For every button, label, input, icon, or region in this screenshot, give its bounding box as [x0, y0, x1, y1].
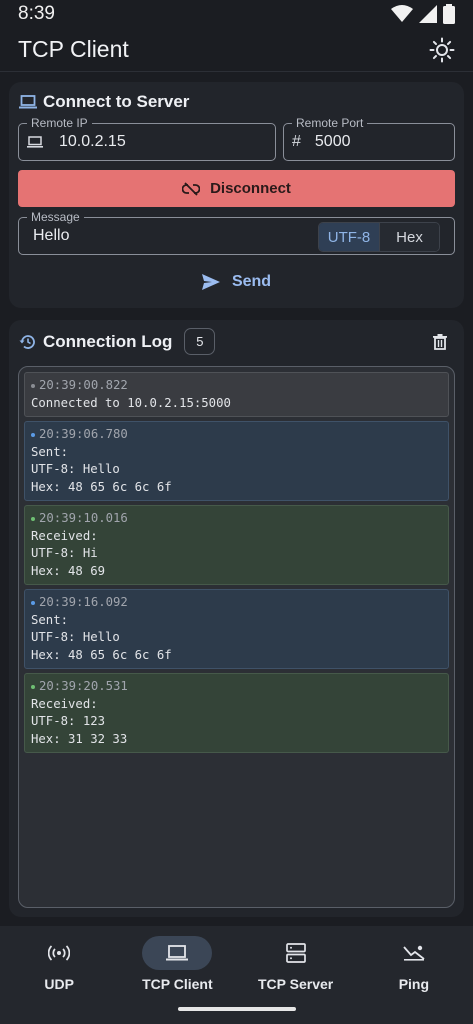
status-dot — [31, 432, 35, 437]
status-icons — [391, 4, 455, 24]
status-dot — [31, 684, 35, 689]
nav-label: UDP — [44, 976, 74, 992]
remote-ip-value: 10.0.2.15 — [59, 133, 126, 150]
delete-icon[interactable] — [433, 334, 447, 350]
log-line: Hex: 48 69 — [31, 563, 106, 578]
connect-title: Connect to Server — [43, 92, 190, 111]
remote-ip-label: Remote IP — [27, 116, 92, 130]
status-dot — [31, 383, 35, 388]
log-line: Sent: — [31, 444, 69, 459]
encoding-hex-option[interactable]: Hex — [379, 223, 439, 251]
status-bar: 8:39 — [0, 0, 473, 28]
log-title: Connection Log — [43, 331, 173, 351]
remote-port-field[interactable]: Remote Port # 5000 — [283, 116, 455, 161]
nav-icon-container — [142, 936, 213, 970]
log-line: UTF-8: Hello — [31, 462, 120, 476]
log-entry: 20:39:00.822 Connected to 10.0.2.15:5000 — [24, 372, 449, 417]
log-line: Sent: — [31, 612, 69, 627]
nav-item-udp[interactable]: UDP — [0, 926, 118, 1024]
log-line: Hex: 31 32 33 — [31, 731, 128, 746]
connect-card: Connect to Server Remote IP 10.0.2.15 Re… — [9, 82, 464, 308]
log-line: UTF-8: Hi — [31, 546, 98, 560]
send-button[interactable]: Send — [9, 270, 464, 294]
log-line: UTF-8: Hello — [31, 630, 120, 644]
server-icon — [285, 943, 306, 963]
history-icon — [19, 334, 35, 349]
app-bar: TCP Client — [0, 28, 473, 72]
log-line: Received: — [31, 696, 98, 711]
log-header: Connection Log 5 — [19, 328, 216, 355]
home-indicator[interactable] — [178, 1007, 296, 1011]
connection-log-card: Connection Log 5 20:39:00.822 Connected … — [9, 320, 464, 917]
log-timestamp: 20:39:06.780 — [39, 427, 128, 441]
log-line: Connected to 10.0.2.15:5000 — [31, 395, 231, 410]
laptop-icon — [166, 945, 189, 961]
log-entry: 20:39:20.531 Received: UTF-8: 123 Hex: 3… — [24, 673, 449, 753]
remote-port-label: Remote Port — [292, 116, 368, 130]
connect-header: Connect to Server — [19, 92, 189, 112]
log-line: Hex: 48 65 6c 6c 6f — [31, 479, 172, 494]
nav-label: TCP Client — [142, 976, 213, 992]
status-dot — [31, 516, 35, 521]
encoding-toggle: UTF-8 Hex — [318, 222, 440, 252]
log-timestamp: 20:39:10.016 — [39, 511, 128, 525]
hash-icon: # — [292, 133, 301, 150]
nav-icon-container — [261, 936, 331, 970]
encoding-utf8-option[interactable]: UTF-8 — [319, 223, 379, 251]
broadcast-icon — [48, 945, 71, 961]
disconnect-button[interactable]: Disconnect — [18, 170, 455, 207]
nav-label: Ping — [398, 976, 430, 992]
log-entry: 20:39:06.780 Sent: UTF-8: Hello Hex: 48 … — [24, 421, 449, 501]
disconnect-label: Disconnect — [210, 180, 291, 197]
remote-ip-field[interactable]: Remote IP 10.0.2.15 — [18, 116, 276, 161]
log-timestamp: 20:39:00.822 — [39, 378, 128, 392]
ping-icon — [403, 945, 425, 961]
log-timestamp: 20:39:20.531 — [39, 679, 128, 693]
nav-icon-container — [379, 936, 449, 970]
log-line: Received: — [31, 528, 98, 543]
app-title: TCP Client — [18, 36, 129, 62]
log-count-badge: 5 — [184, 328, 216, 355]
link-off-icon — [182, 181, 201, 196]
remote-port-value: 5000 — [314, 133, 351, 150]
laptop-icon — [19, 95, 37, 109]
nav-item-ping[interactable]: Ping — [355, 926, 473, 1024]
log-entry: 20:39:10.016 Received: UTF-8: Hi Hex: 48… — [24, 505, 449, 585]
signal-icon — [419, 5, 437, 23]
log-line: UTF-8: 123 — [31, 714, 106, 728]
status-time: 8:39 — [18, 3, 55, 24]
nav-label: TCP Server — [258, 976, 334, 992]
message-label: Message — [27, 210, 84, 224]
message-field[interactable]: Message Hello UTF-8 Hex — [18, 210, 455, 255]
log-panel[interactable]: 20:39:00.822 Connected to 10.0.2.15:5000… — [18, 366, 455, 908]
send-label: Send — [231, 273, 272, 290]
status-dot — [31, 600, 35, 605]
brightness-icon[interactable] — [429, 37, 455, 63]
log-line: Hex: 48 65 6c 6c 6f — [31, 647, 172, 662]
log-entry: 20:39:16.092 Sent: UTF-8: Hello Hex: 48 … — [24, 589, 449, 669]
battery-icon — [443, 4, 455, 24]
nav-icon-container — [24, 936, 94, 970]
log-timestamp: 20:39:16.092 — [39, 595, 128, 609]
send-icon — [201, 274, 220, 290]
message-value: Hello — [33, 227, 70, 244]
wifi-icon — [391, 5, 413, 22]
computer-icon — [27, 136, 43, 148]
